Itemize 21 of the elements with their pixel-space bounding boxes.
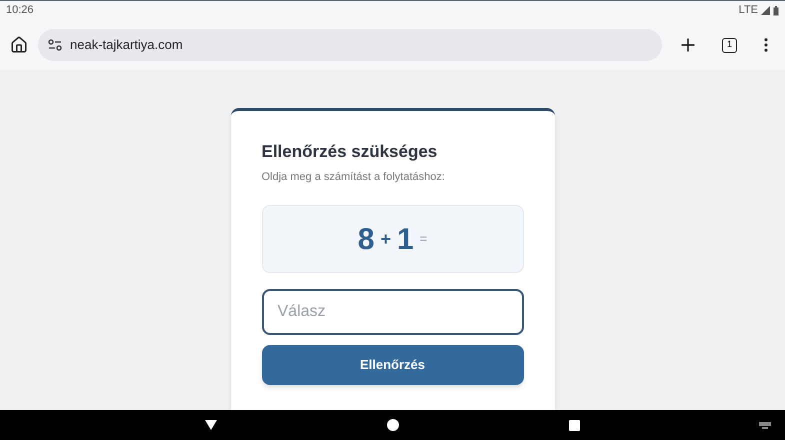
tab-count-button[interactable]: 1 [722, 38, 737, 52]
address-bar[interactable]: neak-tajkartiya.com [38, 29, 662, 61]
keyboard-icon[interactable] [759, 422, 771, 428]
url-text: neak-tajkartiya.com [70, 36, 183, 54]
site-settings-icon[interactable] [48, 39, 62, 51]
status-time: 10:26 [6, 3, 34, 18]
network-label: LTE [738, 3, 758, 18]
card-subtitle: Oldja meg a számítást a folytatáshoz: [262, 170, 446, 184]
answer-field[interactable]: Válasz [262, 289, 524, 335]
home-button-icon[interactable] [387, 419, 399, 431]
verify-button[interactable]: Ellenőrzés [262, 345, 524, 385]
plus-sign: + [380, 228, 391, 250]
equation-number: 8 [358, 222, 374, 258]
back-icon[interactable] [205, 420, 217, 430]
card-title: Ellenőrzés szükséges [262, 141, 438, 163]
signal-icon [761, 6, 770, 15]
recents-icon[interactable] [569, 420, 580, 430]
battery-icon [773, 6, 779, 16]
equals-sign: = [420, 230, 428, 248]
home-icon[interactable] [10, 36, 28, 54]
equation-number: 1 [396, 222, 414, 258]
